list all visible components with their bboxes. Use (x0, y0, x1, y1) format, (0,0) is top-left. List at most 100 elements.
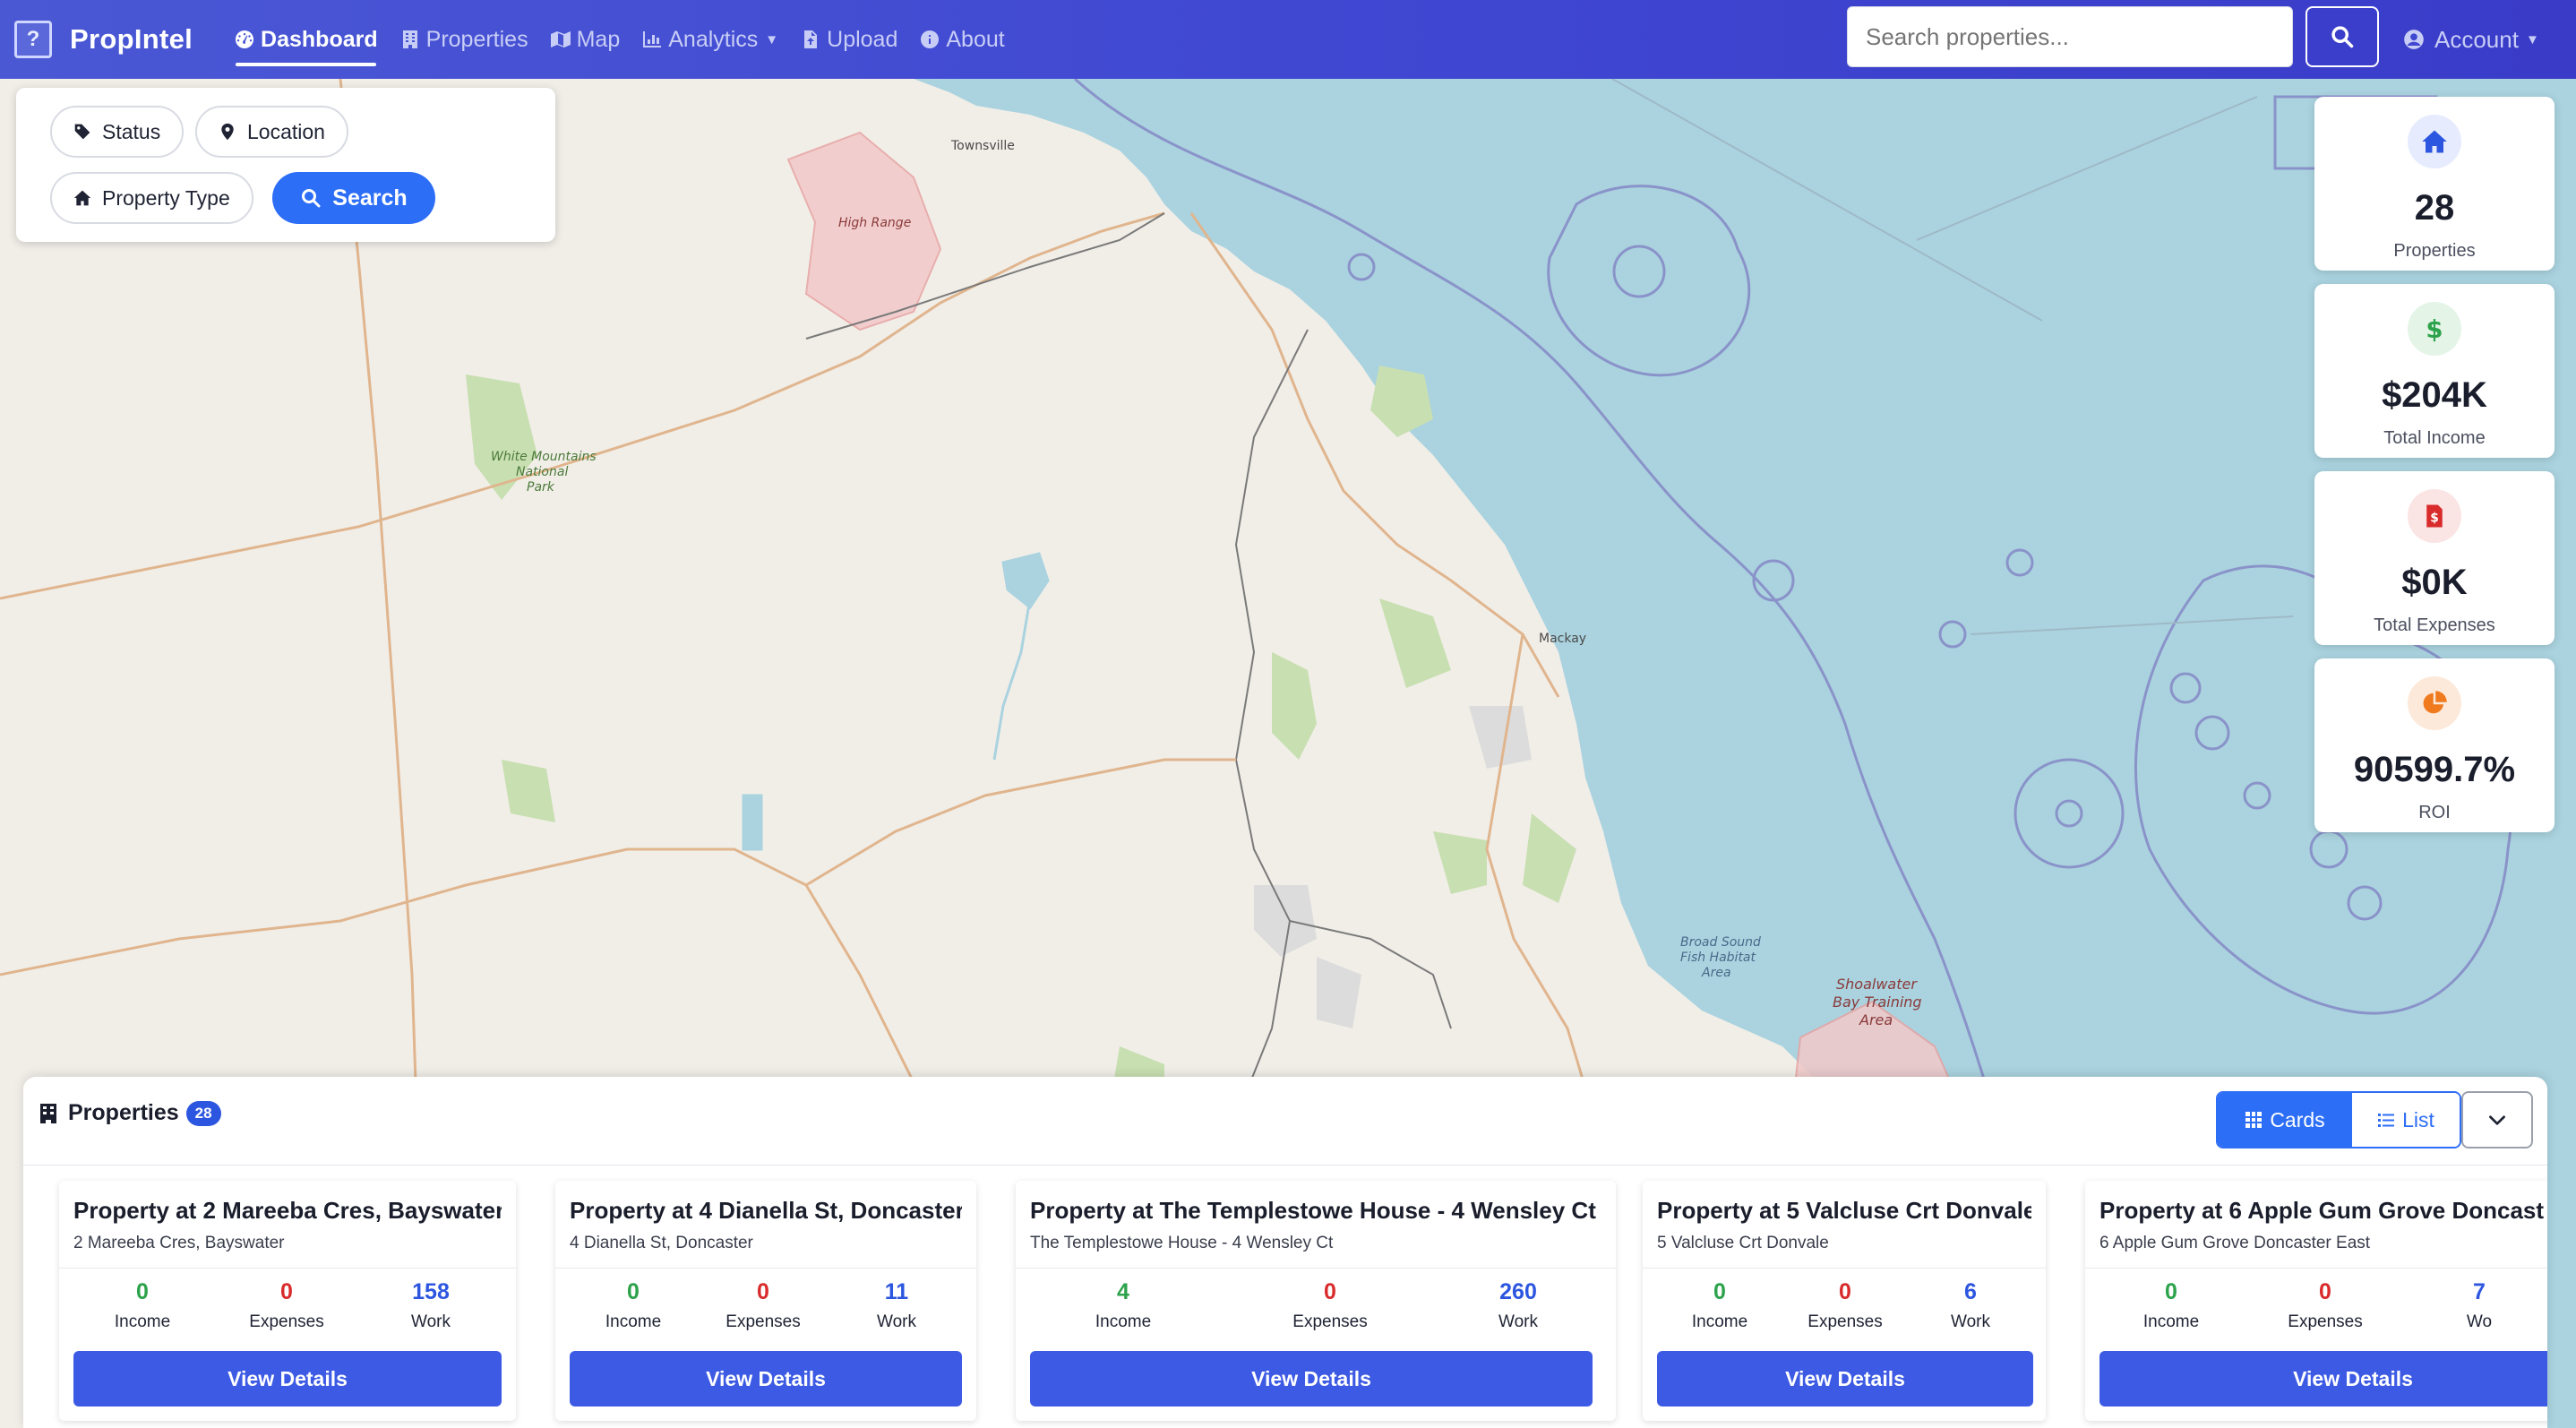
nav-upload[interactable]: Upload (789, 0, 908, 79)
card-stats: 4 Income 0 Expenses 260 Work (1016, 1279, 1616, 1333)
stat-value: 28 (2414, 188, 2455, 228)
card-header: Property at The Templestowe House - 4 We… (1016, 1181, 1616, 1269)
brand[interactable]: ? PropIntel (14, 21, 193, 58)
filter-search-button[interactable]: Search (272, 172, 435, 224)
expenses-label: Expenses (1292, 1312, 1368, 1331)
home-icon (73, 190, 91, 206)
card-header: Property at 5 Valcluse Crt Donvale 5 Val… (1643, 1181, 2046, 1269)
cards-view-label: Cards (2270, 1107, 2325, 1131)
cards-view-button[interactable]: Cards (2218, 1093, 2352, 1147)
income-label: Income (2142, 1312, 2200, 1331)
income-value: 0 (1713, 1279, 1726, 1304)
filter-panel: Status Location Property Type Search (16, 88, 555, 242)
income-stat: 4 Income (1052, 1279, 1195, 1332)
income-value: 4 (1117, 1279, 1129, 1304)
nav-properties[interactable]: Properties (389, 0, 539, 79)
stat-label: Total Expenses (2374, 615, 2495, 635)
income-stat: 0 Income (2099, 1279, 2243, 1332)
collapse-panel-button[interactable] (2461, 1091, 2533, 1148)
work-stat: 7 Wo (2408, 1279, 2547, 1332)
property-card: Property at 5 Valcluse Crt Donvale 5 Val… (1643, 1181, 2046, 1421)
income-label: Income (114, 1312, 171, 1331)
work-value: 158 (412, 1279, 450, 1304)
properties-header: Properties 28 (39, 1100, 221, 1126)
status-filter-button[interactable]: Status (50, 106, 185, 158)
work-value: 7 (2473, 1279, 2486, 1304)
card-stats: 0 Income 0 Expenses 11 Work (555, 1279, 976, 1333)
property-type-filter-button[interactable]: Property Type (50, 172, 253, 224)
work-label: Work (1951, 1312, 1990, 1331)
income-stat: 0 Income (71, 1279, 214, 1332)
expenses-value: 0 (1324, 1279, 1336, 1304)
card-title: Property at The Templestowe House - 4 We… (1030, 1197, 1596, 1224)
card-address: 5 Valcluse Crt Donvale (1657, 1234, 1829, 1252)
view-details-button[interactable]: View Details (1030, 1351, 1593, 1406)
stat-card-income: $ $204K Total Income (2314, 284, 2555, 458)
map-label-high-range: High Range (838, 216, 911, 230)
pie-chart-icon (2408, 676, 2461, 730)
work-stat: 158 Work (359, 1279, 502, 1332)
nav-upload-label: Upload (827, 26, 898, 52)
nav-analytics[interactable]: Analytics ▼ (631, 0, 789, 79)
view-details-button[interactable]: View Details (570, 1351, 962, 1406)
stat-label: ROI (2418, 803, 2451, 822)
card-address: 2 Mareeba Cres, Bayswater (73, 1234, 285, 1252)
map-label-mackay: Mackay (1539, 632, 1586, 646)
income-value: 0 (136, 1279, 149, 1304)
income-label: Income (1095, 1312, 1152, 1331)
building-icon (40, 1103, 56, 1123)
expenses-label: Expenses (726, 1312, 801, 1331)
view-toggle: Cards List (2216, 1091, 2461, 1148)
search-button[interactable] (2306, 6, 2379, 67)
nav-map[interactable]: Map (539, 0, 631, 79)
work-label: Wo (2466, 1312, 2493, 1331)
account-menu[interactable]: Account ▼ (2402, 0, 2539, 79)
view-details-button[interactable]: View Details (73, 1351, 502, 1406)
nav-map-label: Map (576, 26, 621, 52)
expenses-label: Expenses (2288, 1312, 2363, 1331)
property-cards-strip[interactable]: Property at 2 Mareeba Cres, Bayswater 2 … (23, 1174, 2547, 1428)
expenses-stat: 0 Expenses (2254, 1279, 2397, 1332)
expenses-label: Expenses (249, 1312, 324, 1331)
income-label: Income (1691, 1312, 1748, 1331)
map-label-broad-sound: Broad Sound (1680, 935, 1761, 950)
properties-title: Properties (68, 1100, 179, 1125)
work-stat: 6 Work (1899, 1279, 2042, 1332)
nav-about[interactable]: About (908, 0, 1015, 79)
chevron-down-icon: ▼ (765, 31, 779, 47)
list-icon (2378, 1114, 2395, 1127)
map-label-shoalwater: Shoalwater (1836, 976, 1918, 993)
expenses-stat: 0 Expenses (215, 1279, 358, 1332)
map-label-area-2: Area (1859, 1011, 1893, 1028)
chart-icon (643, 31, 662, 47)
view-details-button[interactable]: View Details (1657, 1351, 2033, 1406)
search-input[interactable] (1847, 6, 2293, 67)
divider (23, 1165, 2547, 1166)
stat-card-roi: 90599.7% ROI (2314, 658, 2555, 832)
expenses-value: 0 (2319, 1279, 2331, 1304)
card-title: Property at 4 Dianella St, Doncaster (570, 1197, 962, 1224)
work-stat: 260 Work (1447, 1279, 1590, 1332)
count-badge: 28 (185, 1100, 221, 1126)
list-view-button[interactable]: List (2352, 1093, 2460, 1147)
property-card: Property at The Templestowe House - 4 We… (1016, 1181, 1616, 1421)
stat-label: Total Income (2383, 428, 2486, 448)
property-card: Property at 2 Mareeba Cres, Bayswater 2 … (59, 1181, 516, 1421)
account-label: Account (2434, 25, 2519, 53)
nav-dashboard[interactable]: Dashboard (223, 0, 389, 79)
file-upload-icon (804, 30, 818, 48)
user-circle-icon (2404, 30, 2424, 49)
card-address: 4 Dianella St, Doncaster (570, 1234, 753, 1252)
work-value: 6 (1964, 1279, 1977, 1304)
property-card: Property at 4 Dianella St, Doncaster 4 D… (555, 1181, 976, 1421)
map-icon (550, 31, 571, 47)
view-details-button[interactable]: View Details (2099, 1351, 2547, 1406)
invoice-icon: $ (2408, 489, 2461, 543)
card-stats: 0 Income 0 Expenses 158 Work (59, 1279, 516, 1333)
map-label-national: National (516, 465, 568, 479)
location-filter-button[interactable]: Location (195, 106, 348, 158)
expenses-stat: 0 Expenses (1773, 1279, 1917, 1332)
card-title: Property at 5 Valcluse Crt Donvale (1657, 1197, 2031, 1224)
work-label: Work (411, 1312, 451, 1331)
dollar-icon: $ (2408, 302, 2461, 356)
